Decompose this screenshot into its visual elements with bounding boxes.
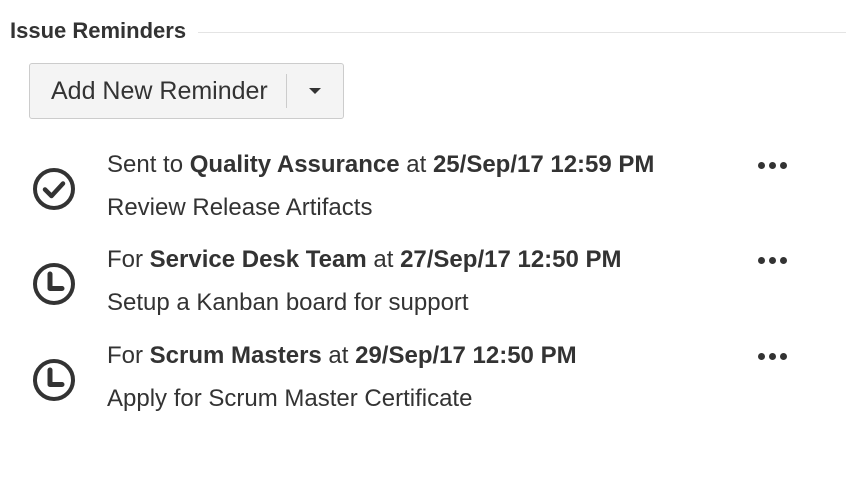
clock-icon (33, 263, 75, 305)
reminder-meta: For Service Desk Team at 27/Sep/17 12:50… (107, 245, 622, 275)
reminder-item: Sent to Quality Assurance at 25/Sep/17 1… (0, 150, 856, 246)
reminder-actions-menu[interactable] (752, 343, 792, 369)
caret-down-icon (308, 88, 321, 94)
reminder-at: at (373, 246, 394, 273)
reminder-item: For Scrum Masters at 29/Sep/17 12:50 PM … (0, 341, 856, 437)
more-horizontal-icon (757, 352, 787, 360)
reminder-datetime: 29/Sep/17 12:50 PM (355, 342, 577, 369)
reminder-prefix: For (107, 246, 143, 273)
clock-icon (33, 359, 75, 401)
more-horizontal-icon (757, 161, 787, 169)
add-reminder-button-group: Add New Reminder (29, 63, 344, 119)
reminder-title: Setup a Kanban board for support (107, 289, 469, 316)
reminder-group: Scrum Masters (149, 342, 322, 369)
add-new-reminder-button[interactable]: Add New Reminder (30, 64, 286, 118)
reminder-actions-menu[interactable] (752, 247, 792, 273)
reminder-prefix: For (107, 342, 143, 369)
reminder-prefix: Sent to (107, 151, 184, 178)
check-circle-icon (33, 168, 75, 210)
reminder-datetime: 25/Sep/17 12:59 PM (432, 151, 655, 178)
issue-reminders-panel: Issue Reminders Add New Reminder Sent to… (0, 0, 856, 487)
reminder-at: at (406, 151, 427, 178)
add-reminder-dropdown-button[interactable] (287, 64, 343, 118)
more-horizontal-icon (757, 256, 787, 264)
reminder-datetime: 27/Sep/17 12:50 PM (400, 246, 622, 273)
reminder-at: at (328, 342, 349, 369)
reminder-title: Review Release Artifacts (107, 194, 373, 221)
section-divider (198, 31, 846, 33)
reminder-meta: For Scrum Masters at 29/Sep/17 12:50 PM (107, 341, 577, 371)
section-title: Issue Reminders (10, 18, 187, 43)
reminder-actions-menu[interactable] (752, 152, 792, 178)
section-header: Issue Reminders (10, 16, 846, 46)
reminder-title: Apply for Scrum Master Certificate (107, 385, 473, 412)
reminder-group: Service Desk Team (149, 246, 367, 273)
reminder-meta: Sent to Quality Assurance at 25/Sep/17 1… (107, 150, 654, 180)
reminder-group: Quality Assurance (189, 151, 400, 178)
reminder-item: For Service Desk Team at 27/Sep/17 12:50… (0, 245, 856, 341)
